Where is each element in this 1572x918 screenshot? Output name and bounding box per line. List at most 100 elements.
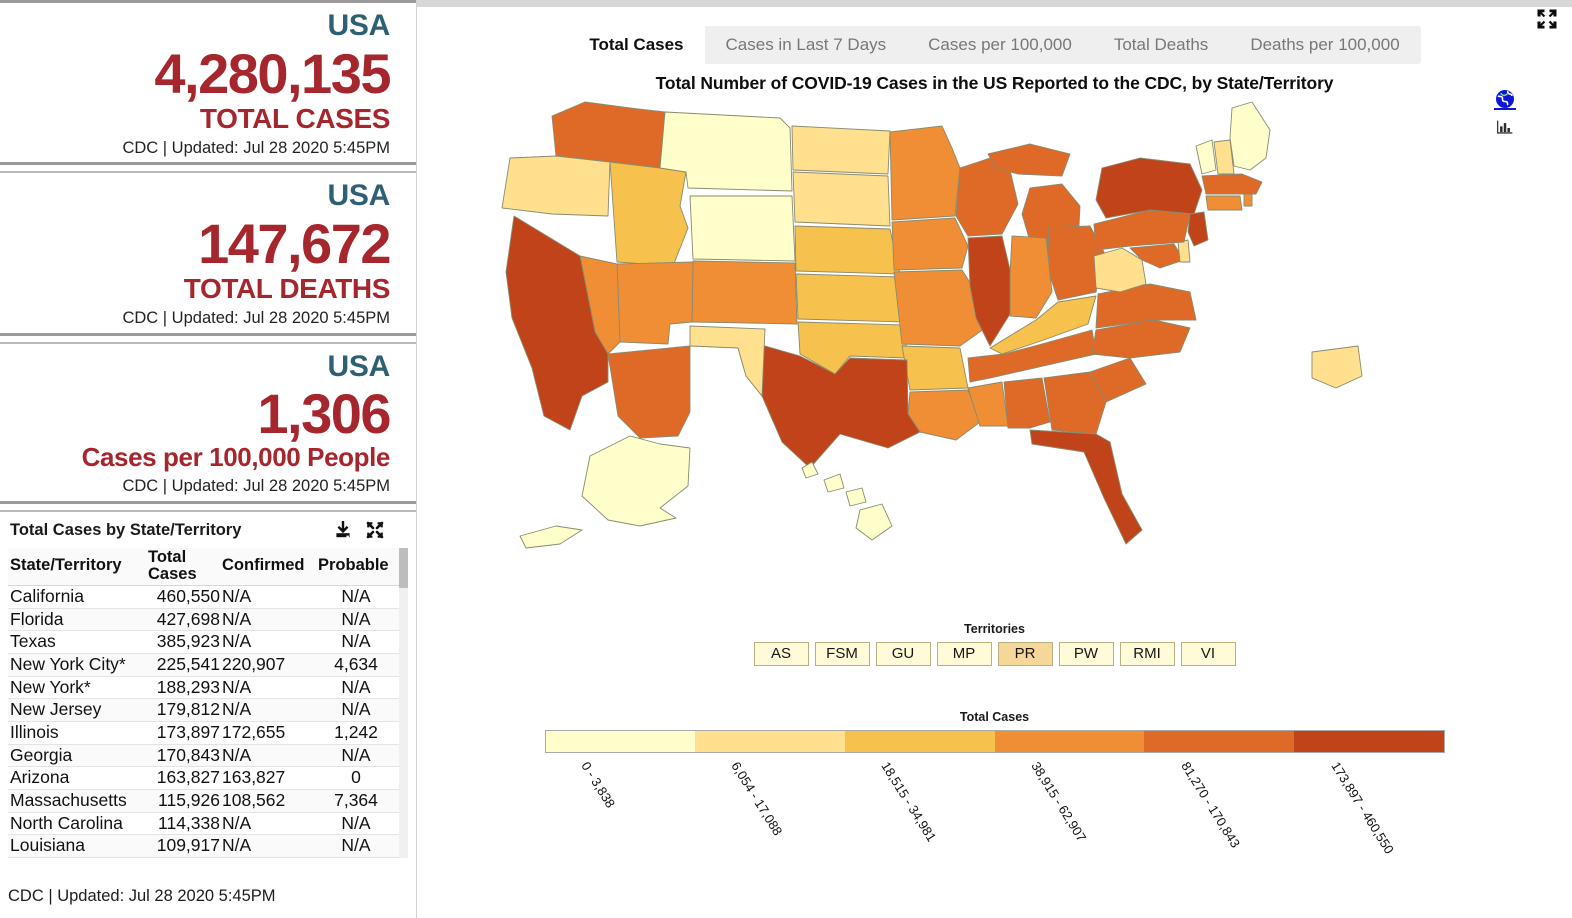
cell-probable: N/A (316, 630, 408, 655)
us-states-map[interactable] (490, 96, 1500, 626)
cell-probable: N/A (316, 608, 408, 632)
table-row[interactable]: New Jersey 179,812 N/A N/A (8, 698, 408, 722)
table-row[interactable]: Illinois 173,897 172,655 1,242 (8, 721, 408, 745)
legend-swatch-3 (994, 731, 1145, 752)
state-nd (791, 125, 890, 175)
states-table-card: Total Cases by State/Territory State/Ter… (0, 512, 416, 858)
cell-confirmed: N/A (220, 630, 316, 655)
table-row[interactable]: Florida 427,698 N/A N/A (8, 608, 408, 632)
stat-label: Cases per 100,000 People (81, 442, 391, 473)
cell-total: 225,541 (146, 653, 220, 677)
table-header-row: State/Territory Total Cases Confirmed Pr… (8, 547, 408, 587)
table-row[interactable]: New York City* 225,541 220,907 4,634 (8, 653, 408, 677)
territory-rmi[interactable]: RMI (1119, 642, 1175, 666)
cell-confirmed: 172,655 (220, 721, 316, 745)
table-row[interactable]: Arizona 163,827 163,827 0 (8, 766, 408, 790)
tab-total-deaths[interactable]: Total Deaths (1092, 26, 1230, 64)
cell-probable: 7,364 (316, 789, 408, 813)
cell-total: 114,338 (146, 812, 220, 836)
cell-state: Texas (8, 630, 146, 655)
cell-total: 115,926 (146, 789, 220, 813)
cell-state: Arizona (8, 766, 146, 790)
table-row[interactable]: North Carolina 114,338 N/A N/A (8, 812, 408, 836)
table-row[interactable]: Texas 385,923 N/A N/A (8, 630, 408, 655)
cell-confirmed: 163,827 (220, 766, 316, 790)
territory-pr[interactable]: PR (997, 642, 1053, 666)
state-ak (519, 435, 690, 549)
state-ar (901, 345, 968, 391)
legend-labels: 0 - 3,838 6,054 - 17,088 18,515 - 34,981… (545, 753, 1445, 856)
territory-as[interactable]: AS (753, 642, 809, 666)
table-row[interactable]: California 460,550 N/A N/A (8, 585, 408, 609)
stat-geo-label: USA (327, 9, 391, 42)
col-confirmed[interactable]: Confirmed (220, 547, 316, 587)
table-row[interactable]: Louisiana 109,917 N/A N/A (8, 834, 408, 858)
territory-vi[interactable]: VI (1180, 642, 1236, 666)
cell-state: Georgia (8, 744, 146, 768)
table-scrollbar[interactable] (399, 547, 408, 858)
state-fl (1029, 429, 1142, 545)
cell-probable: 1,242 (316, 721, 408, 745)
table-row[interactable]: Massachusetts 115,926 108,562 7,364 (8, 789, 408, 813)
state-al (1003, 377, 1050, 429)
legend-label-1: 6,054 - 17,088 (727, 759, 785, 839)
tab-deaths-per-100000[interactable]: Deaths per 100,000 (1229, 26, 1421, 64)
state-hi (801, 461, 892, 541)
cell-confirmed: N/A (220, 812, 316, 836)
cell-total: 179,812 (146, 698, 220, 722)
legend-swatch-1 (695, 731, 845, 752)
map-title: Total Number of COVID-19 Cases in the US… (655, 73, 1334, 93)
cell-total: 188,293 (146, 676, 220, 700)
stat-source: CDC | Updated: Jul 28 2020 5:45PM (122, 309, 390, 328)
table-row[interactable]: Georgia 170,843 N/A N/A (8, 744, 408, 768)
choropleth-map[interactable] (417, 96, 1572, 616)
states-table-body: California 460,550 N/A N/A Florida 427,698 N/… (8, 585, 408, 858)
state-ca (505, 215, 608, 431)
states-table: State/Territory Total Cases Confirmed Pr… (8, 547, 408, 858)
stat-value: 147,672 (198, 211, 391, 275)
cell-total: 385,923 (146, 630, 220, 655)
cell-probable: N/A (316, 812, 408, 836)
map-legend: Total Cases 0 - 3,838 6,054 - 17,088 18,… (417, 710, 1572, 856)
table-row[interactable]: New York* 188,293 N/A N/A (8, 676, 408, 700)
cell-state: Illinois (8, 721, 146, 745)
cell-total: 460,550 (146, 585, 220, 609)
cell-total: 427,698 (146, 608, 220, 632)
stat-label: TOTAL CASES (199, 102, 390, 134)
stat-source: CDC | Updated: Jul 28 2020 5:45PM (122, 477, 390, 496)
cell-state: North Carolina (8, 812, 146, 836)
cell-confirmed: N/A (220, 585, 316, 609)
download-icon[interactable] (334, 521, 352, 539)
expand-icon[interactable] (366, 521, 384, 539)
tab-total-cases[interactable]: Total Cases (568, 26, 705, 64)
state-id (609, 161, 688, 267)
metric-tabs: Total Cases Cases in Last 7 Days Cases p… (568, 26, 1421, 64)
territory-gu[interactable]: GU (875, 642, 931, 666)
state-mn (889, 125, 960, 221)
col-state[interactable]: State/Territory (8, 547, 146, 587)
legend-label-5: 173,897 - 460,550 (1327, 759, 1397, 857)
state-ia (891, 217, 968, 271)
expand-icon[interactable] (1536, 8, 1558, 30)
cell-probable: N/A (316, 744, 408, 768)
legend-swatch-5 (1293, 731, 1444, 752)
state-nm (689, 325, 765, 397)
col-total-cases[interactable]: Total Cases (146, 547, 220, 587)
territory-pw[interactable]: PW (1058, 642, 1114, 666)
legend-title: Total Cases (959, 710, 1030, 724)
stat-source: CDC | Updated: Jul 28 2020 5:45PM (122, 138, 390, 157)
territory-mp[interactable]: MP (936, 642, 992, 666)
state-ne (794, 225, 900, 275)
cell-confirmed: N/A (220, 744, 316, 768)
legend-label-2: 18,515 - 34,981 (877, 759, 939, 845)
tab-cases-per-100000[interactable]: Cases per 100,000 (907, 26, 1093, 64)
territory-pr-map (1311, 345, 1362, 389)
tab-cases-last-7-days[interactable]: Cases in Last 7 Days (704, 26, 908, 64)
territory-fsm[interactable]: FSM (814, 642, 870, 666)
cell-state: Florida (8, 608, 146, 632)
stat-card-total-cases: USA 4,280,135 TOTAL CASES CDC | Updated:… (0, 3, 416, 162)
stat-value: 1,306 (257, 382, 391, 446)
col-probable[interactable]: Probable (316, 547, 408, 587)
cell-confirmed: N/A (220, 608, 316, 632)
table-scrollbar-thumb[interactable] (399, 547, 408, 588)
